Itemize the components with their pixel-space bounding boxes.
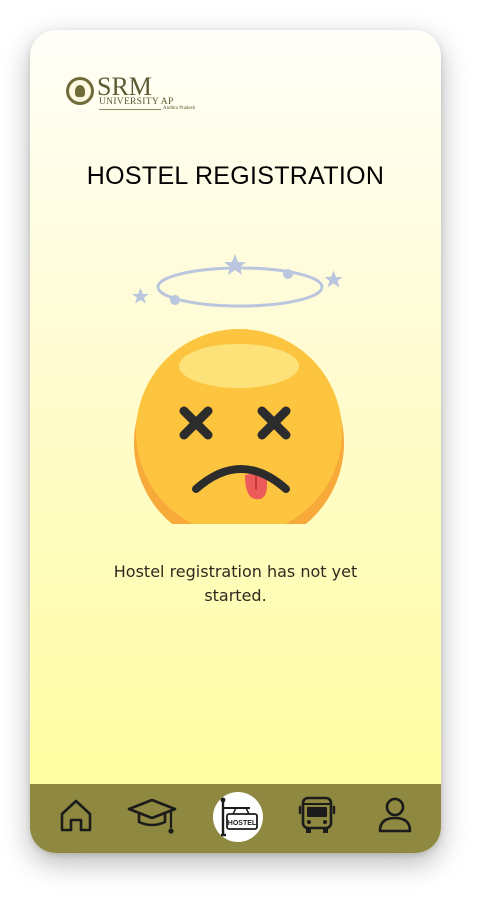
logo-divider <box>99 109 161 110</box>
bus-icon <box>298 796 336 833</box>
dizzy-halo-icon <box>156 266 324 308</box>
app-screen: SRM UNIVERSITY AP Andhra Pradesh HOSTEL … <box>30 30 441 853</box>
university-seal-icon <box>66 77 94 105</box>
page-title: HOSTEL REGISTRATION <box>86 162 385 190</box>
registration-status-message: Hostel registration has not yet started. <box>113 562 358 605</box>
nav-home[interactable] <box>51 790 101 840</box>
bottom-navigation-bar: HOSTEL <box>30 784 441 853</box>
dizzy-sad-emoji-illustration <box>132 254 344 524</box>
nav-hostel[interactable]: HOSTEL <box>213 792 263 842</box>
logo-state: Andhra Pradesh <box>163 106 196 111</box>
graduation-cap-icon <box>127 798 177 834</box>
nav-academics[interactable] <box>127 790 177 840</box>
nav-transport[interactable] <box>292 790 342 840</box>
nav-profile[interactable] <box>370 790 420 840</box>
user-icon <box>378 797 412 833</box>
hostel-sign-icon: HOSTEL <box>220 797 258 837</box>
nav-hostel-label: HOSTEL <box>228 820 257 827</box>
home-icon <box>60 799 92 832</box>
srm-university-logo: SRM UNIVERSITY AP Andhra Pradesh <box>66 74 195 115</box>
